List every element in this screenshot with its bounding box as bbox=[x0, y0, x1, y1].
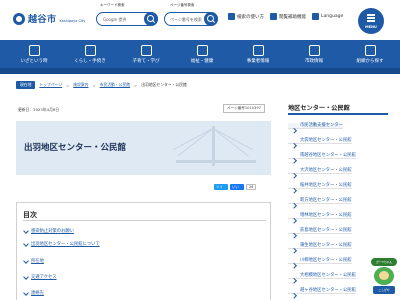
house-icon bbox=[84, 44, 96, 56]
nav-item-label: 事業者情報 bbox=[246, 58, 270, 64]
menu-button[interactable]: MENU bbox=[358, 8, 384, 34]
nav-item-label: いざという時 bbox=[20, 58, 48, 64]
nav-item-label: 市政情報 bbox=[305, 58, 323, 64]
keyword-search-input[interactable]: Google 提供 bbox=[96, 12, 158, 26]
child-icon bbox=[140, 44, 152, 56]
keyword-search-label: キーワード検索 bbox=[100, 3, 125, 7]
nav-item-welfare[interactable]: 福祉・健康 bbox=[179, 40, 225, 68]
sidebar-item[interactable]: 新方地区センター・公民館 bbox=[288, 198, 352, 204]
toc-item[interactable]: 交通アクセス bbox=[31, 274, 57, 280]
sidebar-item[interactable]: 蒲生地区センター・公民館 bbox=[288, 243, 352, 249]
updated-date: 更新日：2023年4月6日 bbox=[18, 107, 60, 112]
cityhall-icon bbox=[308, 44, 320, 56]
search-icon[interactable] bbox=[144, 12, 158, 26]
share-buttons: ツイート いいね 26 bbox=[214, 184, 257, 195]
logo-text: 越谷市 bbox=[28, 15, 57, 25]
nav-item-label: 福祉・健康 bbox=[190, 58, 214, 64]
breadcrumb-current-location: 現在地 bbox=[16, 81, 36, 89]
sidebar-item[interactable]: 川柳地区センター・公民館 bbox=[288, 258, 352, 264]
table-of-contents: 目次 感染防止対策のお願い 出羽地区センター・公民館について 所在地 交通アクセ… bbox=[16, 202, 271, 300]
sidebar-title: 地区センター・公民館 bbox=[288, 105, 350, 112]
page-title: 出羽地区センター・公民館 bbox=[24, 143, 127, 153]
nav-item-label: 組織から探す bbox=[356, 58, 384, 64]
pageid-search-label: ページ番号検索 bbox=[170, 3, 195, 7]
help-link-label: 検索の使い方 bbox=[237, 14, 264, 20]
breadcrumb-link[interactable]: 施設案内 bbox=[73, 82, 88, 88]
nav-item-label: くらし・手続き bbox=[74, 58, 106, 64]
breadcrumb-link[interactable]: 市民活動・公民館 bbox=[100, 82, 130, 88]
tweet-button[interactable]: ツイート bbox=[214, 184, 228, 195]
keyword-search-placeholder: Google 提供 bbox=[103, 17, 127, 22]
accessibility-link[interactable]: 閲覧補助機能 bbox=[270, 13, 306, 20]
nav-item-organization[interactable]: 組織から探す bbox=[347, 40, 393, 68]
sidebar-divider bbox=[288, 113, 388, 115]
page-id: ページ番号1010397 bbox=[223, 104, 265, 113]
nav-item-living[interactable]: くらし・手続き bbox=[67, 40, 113, 68]
sidebar-item[interactable]: 荻島地区センター・公民館 bbox=[288, 228, 352, 234]
help-link[interactable]: 検索の使い方 bbox=[228, 13, 264, 20]
toc-item[interactable]: 感染防止対策のお願い bbox=[31, 228, 74, 234]
pageid-search-input[interactable]: ページ番号を検索 bbox=[164, 12, 218, 26]
mascot-widget[interactable]: ガーヤちゃん こしがや bbox=[371, 258, 397, 296]
header-links: 検索の使い方 閲覧補助機能 Language bbox=[228, 13, 343, 20]
pageid-search-icon[interactable] bbox=[204, 12, 218, 26]
language-link[interactable]: Language bbox=[312, 13, 343, 20]
toc-title: 目次 bbox=[23, 211, 37, 219]
briefcase-icon bbox=[252, 44, 264, 56]
help-icon bbox=[228, 13, 235, 20]
logo-subtext: Koshigaya City bbox=[59, 18, 86, 23]
sidebar-item[interactable]: 市民活動支援センター bbox=[288, 123, 343, 129]
mascot-face bbox=[379, 271, 389, 280]
page-title-banner: 出羽地区センター・公民館 bbox=[16, 121, 271, 175]
breadcrumb-separator: > bbox=[66, 82, 70, 88]
city-emblem-icon bbox=[13, 12, 25, 25]
divider bbox=[23, 220, 266, 221]
nav-skyline-decoration bbox=[0, 68, 400, 74]
sidebar-item[interactable]: 桜井地区センター・公民館 bbox=[288, 183, 352, 189]
globe-icon bbox=[312, 13, 319, 20]
menu-button-label: MENU bbox=[365, 25, 377, 29]
global-nav: いざという時 くらし・手続き 子育て・学び 福祉・健康 事業者情報 市政情報 組… bbox=[0, 40, 400, 74]
site-header: 越谷市 Koshigaya City キーワード検索 Google 提供 ページ… bbox=[0, 0, 400, 40]
org-icon bbox=[364, 44, 376, 56]
heart-icon bbox=[196, 44, 208, 56]
accessibility-link-label: 閲覧補助機能 bbox=[279, 14, 306, 20]
breadcrumb: 現在地 トップページ > 施設案内 > 市民活動・公民館 > 出羽地区センター・… bbox=[16, 81, 187, 89]
hamburger-icon bbox=[367, 14, 375, 16]
accessibility-icon bbox=[270, 13, 277, 20]
pageid-search-placeholder: ページ番号を検索 bbox=[170, 17, 202, 22]
breadcrumb-separator: > bbox=[92, 82, 96, 88]
nav-item-cityinfo[interactable]: 市政情報 bbox=[291, 40, 337, 68]
sidebar-item[interactable]: 増林地区センター・公民館 bbox=[288, 213, 352, 219]
site-logo[interactable]: 越谷市 Koshigaya City bbox=[13, 12, 85, 25]
sidebar-item[interactable]: 南越谷地区センター・公民館 bbox=[288, 153, 356, 159]
sidebar-item[interactable]: 越ヶ谷地区センター・公民館 bbox=[288, 288, 356, 294]
bridge-illustration bbox=[173, 126, 256, 171]
toc-item[interactable]: 連絡先 bbox=[31, 290, 44, 296]
facebook-like-button[interactable]: いいね bbox=[230, 184, 244, 195]
breadcrumb-link[interactable]: トップページ bbox=[39, 82, 62, 88]
sidebar-item[interactable]: 大袋地区センター・公民館 bbox=[288, 138, 352, 144]
nav-item-business[interactable]: 事業者情報 bbox=[235, 40, 281, 68]
toc-item[interactable]: 出羽地区センター・公民館について bbox=[31, 241, 100, 247]
nav-item-childcare[interactable]: 子育て・学び bbox=[123, 40, 169, 68]
breadcrumb-separator: > bbox=[134, 82, 138, 88]
alert-icon bbox=[28, 44, 40, 56]
mascot-badge: ガーヤちゃん bbox=[371, 258, 397, 266]
nav-item-label: 子育て・学び bbox=[132, 58, 160, 64]
toc-item[interactable]: 所在地 bbox=[31, 258, 44, 264]
sidebar-item[interactable]: 大沢地区センター・公民館 bbox=[288, 168, 352, 174]
sidebar-item[interactable]: 大相模地区センター・公民館 bbox=[288, 273, 356, 279]
like-count: 26 bbox=[246, 184, 257, 190]
breadcrumb-current: 出羽地区センター・公民館 bbox=[141, 82, 187, 87]
mascot-caption: こしがや bbox=[373, 286, 395, 294]
nav-item-emergency[interactable]: いざという時 bbox=[11, 40, 57, 68]
language-link-label: Language bbox=[321, 14, 344, 19]
